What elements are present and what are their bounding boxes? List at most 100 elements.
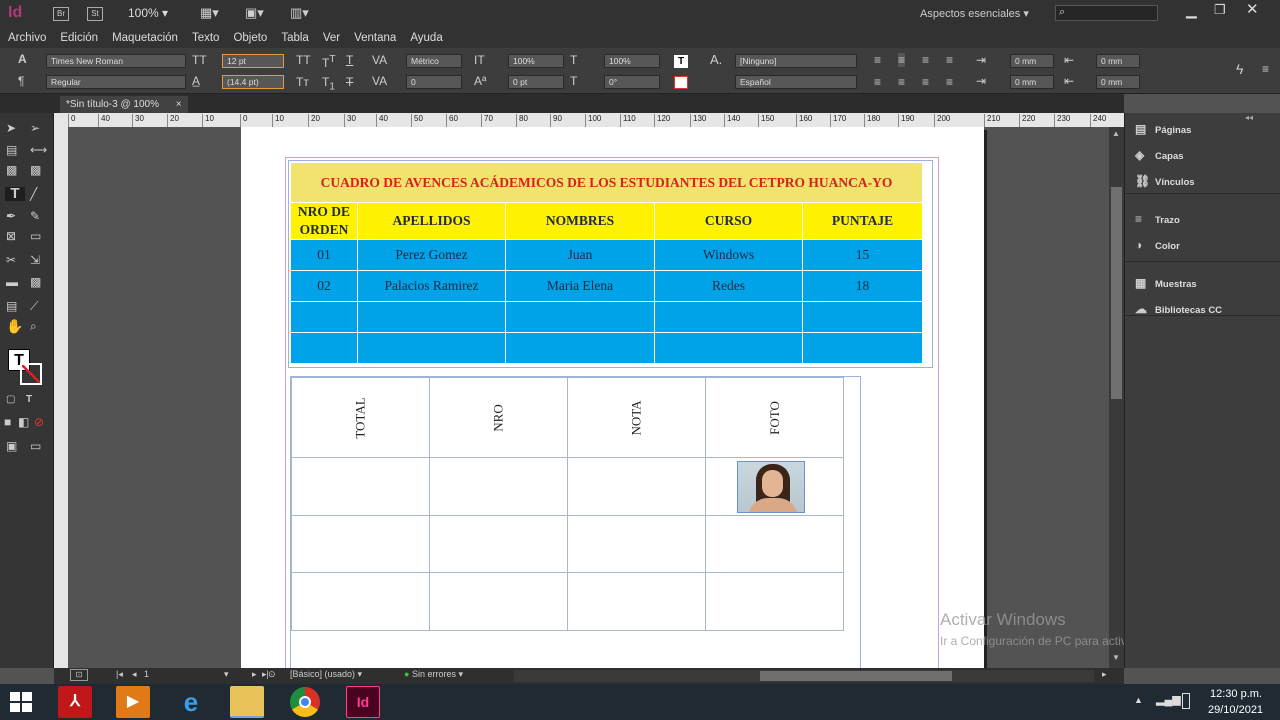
table-cell[interactable]: Juan (505, 239, 655, 271)
apply-gradient-icon[interactable]: ◧ (18, 415, 29, 429)
stroke-swatch[interactable] (674, 76, 688, 89)
underline-button[interactable]: T (346, 53, 353, 67)
language-field[interactable]: Español (735, 75, 857, 89)
gap-tool-icon[interactable]: ⟷ (30, 143, 47, 157)
table-cell[interactable]: Redes (654, 270, 803, 302)
vertical-scrollbar[interactable]: ▲ ▼ (1109, 127, 1124, 668)
align-center-button[interactable]: ≡ (898, 53, 906, 67)
menu-item-ventana[interactable]: Ventana (347, 28, 403, 48)
horizontal-scroll-thumb[interactable] (760, 671, 952, 681)
zoom-tool-icon[interactable]: ⌕ (30, 319, 37, 333)
table-cell[interactable]: TOTAL (291, 377, 430, 458)
table-cell[interactable] (290, 332, 358, 364)
header-cell[interactable]: NOMBRES (505, 202, 655, 240)
table-cell[interactable]: Perez Gomez (357, 239, 506, 271)
preflight-status[interactable]: ● Sin errores ▾ (404, 669, 494, 680)
table-cell[interactable]: 18 (802, 270, 923, 302)
gradient-swatch-tool-icon[interactable]: ▬ (6, 275, 18, 289)
table-cell[interactable] (505, 301, 655, 333)
small-caps-button[interactable]: Tт (296, 75, 309, 89)
table-cell[interactable] (802, 301, 923, 333)
battery-icon[interactable] (1182, 693, 1190, 709)
table-cell[interactable] (290, 301, 358, 333)
table-title-cell[interactable]: CUADRO DE AVENCES ACÁDEMICOS DE LOS ESTU… (290, 162, 923, 203)
table-cell[interactable] (429, 515, 568, 573)
media-player-taskbar-icon[interactable]: ▶ (116, 686, 150, 718)
tray-up-icon[interactable]: ▲ (1134, 695, 1143, 705)
prev-page-icon[interactable]: ◂ (132, 669, 137, 680)
header-cell[interactable]: CURSO (654, 202, 803, 240)
scroll-down-icon[interactable]: ▼ (1112, 653, 1120, 662)
content-collector-icon[interactable]: ▩ (6, 163, 17, 177)
panel-vínculos[interactable]: ⛓ Vínculos (1135, 171, 1195, 191)
lightning-icon[interactable]: ϟ (1236, 62, 1243, 76)
student-photo[interactable] (737, 461, 805, 513)
chrome-taskbar-icon[interactable] (290, 687, 320, 717)
pen-tool-icon[interactable]: ✒ (6, 209, 16, 223)
table-cell[interactable]: Windows (654, 239, 803, 271)
table-cell[interactable]: Palacios Ramirez (357, 270, 506, 302)
table-cell[interactable]: 01 (290, 239, 358, 271)
align-left-button[interactable]: ≡ (874, 53, 881, 67)
header-cell[interactable]: NRO DE ORDEN (290, 202, 358, 240)
bridge-button[interactable]: Br (53, 7, 69, 21)
table-cell[interactable]: NRO (429, 377, 568, 458)
vertical-scale-field[interactable]: 100% (508, 54, 564, 68)
tracking-field[interactable]: 0 (406, 75, 462, 89)
stock-button[interactable]: St (87, 7, 103, 21)
gradient-feather-tool-icon[interactable]: ▩ (30, 275, 41, 289)
table-cell[interactable] (357, 301, 506, 333)
page-tool-icon[interactable]: ▤ (6, 143, 17, 157)
table-cell[interactable] (567, 515, 706, 573)
menu-item-ayuda[interactable]: Ayuda (403, 28, 449, 48)
view-mode-icon[interactable]: ▣ (6, 439, 17, 453)
arrange-documents-icon[interactable]: ▥▾ (290, 5, 309, 21)
first-page-icon[interactable]: |◂ (116, 669, 123, 680)
table-cell[interactable] (429, 572, 568, 631)
close-button[interactable]: ✕ (1246, 0, 1259, 18)
page-nav-icon[interactable]: ⊡ (70, 669, 88, 681)
superscript-button[interactable]: TT (322, 53, 335, 70)
maximize-button[interactable]: ❐ (1214, 2, 1226, 18)
table-cell[interactable] (291, 457, 430, 516)
table-cell[interactable] (654, 301, 803, 333)
screen-mode-icon[interactable]: ▣▾ (245, 5, 264, 21)
preset-field[interactable]: [Básico] (usado) ▾ (290, 669, 400, 680)
table-cell[interactable] (291, 515, 430, 573)
indesign-taskbar-icon[interactable]: Id (346, 686, 380, 718)
first-line-indent-field[interactable]: 0 mm (1010, 75, 1054, 89)
font-size-field[interactable]: 12 pt (222, 54, 284, 68)
note-tool-icon[interactable]: ▤ (6, 299, 17, 313)
strikethrough-button[interactable]: T (346, 75, 353, 89)
search-input[interactable]: ⌕ (1055, 5, 1158, 21)
eyedropper-tool-icon[interactable]: ⟋ (30, 299, 38, 313)
rectangle-frame-tool-icon[interactable]: ⊠ (6, 229, 16, 243)
table-cell[interactable]: NOTA (567, 377, 706, 458)
panel-páginas[interactable]: ▤ Páginas (1135, 119, 1191, 139)
align-right-button[interactable]: ≡ (922, 53, 929, 67)
line-tool-icon[interactable]: ╱ (30, 187, 37, 201)
pencil-tool-icon[interactable]: ✎ (30, 209, 40, 223)
panel-collapse-icon[interactable]: ◂◂ (1245, 113, 1253, 122)
document-tab[interactable]: *Sin título-3 @ 100% × (60, 96, 188, 113)
hand-tool-icon[interactable]: ✋ (6, 319, 23, 333)
direct-selection-tool-icon[interactable]: ➢ (30, 121, 40, 135)
table-cell[interactable]: Maria Elena (505, 270, 655, 302)
table-cell[interactable]: FOTO (705, 377, 844, 458)
menu-item-edición[interactable]: Edición (53, 28, 105, 48)
table-cell[interactable] (567, 457, 706, 516)
close-tab-icon[interactable]: × (176, 99, 182, 110)
table-cell[interactable] (567, 572, 706, 631)
table-cell[interactable] (705, 515, 844, 573)
apply-color-icon[interactable]: ■ (4, 415, 11, 429)
menu-item-ver[interactable]: Ver (316, 28, 347, 48)
table-cell[interactable]: 02 (290, 270, 358, 302)
skew-field[interactable]: 0° (604, 75, 660, 89)
formatting-text-icon[interactable]: T (26, 393, 32, 407)
table-cell[interactable] (291, 572, 430, 631)
content-placer-icon[interactable]: ▩ (30, 163, 41, 177)
acrobat-taskbar-icon[interactable]: ⅄ (58, 686, 92, 718)
menu-item-maquetación[interactable]: Maquetación (105, 28, 185, 48)
menu-item-texto[interactable]: Texto (185, 28, 227, 48)
horizontal-scrollbar[interactable] (514, 670, 1094, 682)
